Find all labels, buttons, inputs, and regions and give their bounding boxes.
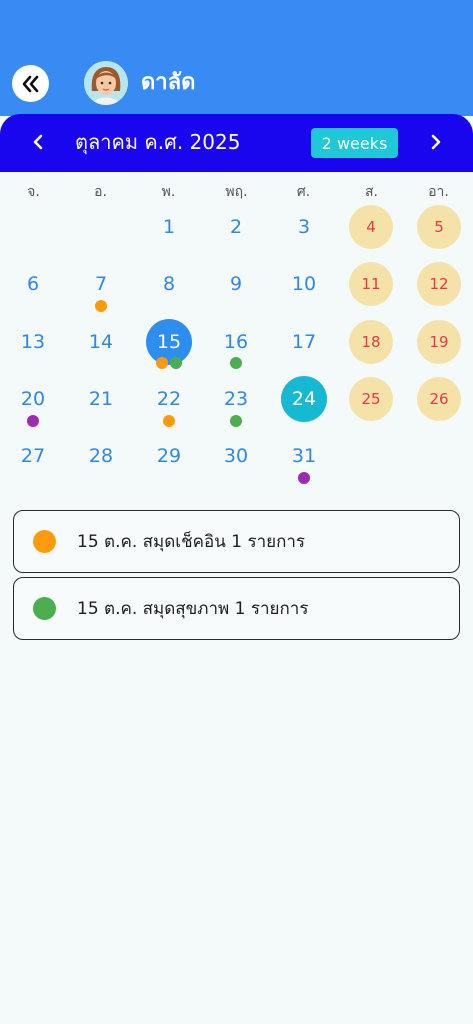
calendar-day-today[interactable]: 24 (281, 376, 327, 422)
chevron-right-icon (431, 134, 441, 150)
calendar-day[interactable]: 27 (10, 433, 56, 479)
weekday-label: อ. (94, 184, 107, 200)
month-title: ตุลาคม ค.ศ. 2025 (75, 130, 241, 154)
calendar-day[interactable]: 30 (213, 433, 259, 479)
event-text: 15 ต.ค. สมุดสุขภาพ 1 รายการ (77, 599, 309, 619)
calendar-day-weekend[interactable]: 11 (349, 262, 393, 306)
event-dot-other (298, 472, 310, 484)
weekday-label: จ. (27, 184, 40, 200)
calendar-day[interactable]: 13 (10, 319, 56, 365)
event-dot-health (170, 357, 182, 369)
calendar-day[interactable]: 8 (146, 261, 192, 307)
calendar-day[interactable]: 29 (146, 433, 192, 479)
next-month-button[interactable] (416, 122, 456, 162)
event-item-checkin[interactable]: 15 ต.ค. สมุดเช็คอิน 1 รายการ (13, 510, 460, 573)
user-avatar-icon (84, 61, 128, 105)
month-navigation: ตุลาคม ค.ศ. 2025 2 weeks (0, 114, 473, 172)
calendar-day-weekend[interactable]: 26 (417, 377, 461, 421)
event-color-dot (33, 530, 56, 553)
calendar-day[interactable]: 9 (213, 261, 259, 307)
calendar-day-selected[interactable]: 15 (146, 319, 192, 365)
calendar-day-weekend[interactable]: 4 (349, 205, 393, 249)
calendar-day[interactable]: 6 (10, 261, 56, 307)
calendar-day-weekend[interactable]: 25 (349, 377, 393, 421)
event-text: 15 ต.ค. สมุดเช็คอิน 1 รายการ (77, 532, 306, 552)
event-dot-other (27, 415, 39, 427)
calendar-day-weekend[interactable]: 12 (417, 262, 461, 306)
event-dot-checkin (156, 357, 168, 369)
double-chevron-left-icon (22, 75, 38, 92)
calendar-day-weekend[interactable]: 18 (349, 320, 393, 364)
calendar-day[interactable]: 1 (146, 204, 192, 250)
app-header: ดาลัด (0, 0, 473, 116)
event-dot-checkin (163, 415, 175, 427)
calendar-day[interactable]: 28 (78, 433, 124, 479)
calendar-day[interactable]: 10 (281, 261, 327, 307)
calendar-day[interactable]: 21 (78, 376, 124, 422)
avatar[interactable] (84, 61, 128, 105)
event-dot-checkin (95, 300, 107, 312)
event-dot-health (230, 415, 242, 427)
calendar-day-weekend[interactable]: 19 (417, 320, 461, 364)
calendar-day[interactable]: 17 (281, 319, 327, 365)
view-mode-toggle[interactable]: 2 weeks (311, 128, 398, 158)
calendar-day[interactable]: 2 (213, 204, 259, 250)
user-name: ดาลัด (141, 70, 196, 95)
calendar-day-weekend[interactable]: 5 (417, 205, 461, 249)
event-dot-health (230, 357, 242, 369)
previous-month-button[interactable] (18, 122, 58, 162)
weekday-label: ศ. (296, 184, 311, 200)
weekday-label: อา. (428, 184, 449, 200)
weekday-label: ส. (365, 184, 378, 200)
event-item-health[interactable]: 15 ต.ค. สมุดสุขภาพ 1 รายการ (13, 577, 460, 640)
back-button[interactable] (12, 65, 49, 102)
weekday-label: พ. (161, 184, 176, 200)
calendar-day[interactable]: 14 (78, 319, 124, 365)
chevron-left-icon (33, 134, 43, 150)
weekday-header: จ. อ. พ. พฤ. ศ. ส. อา. (0, 180, 473, 204)
calendar-day[interactable]: 3 (281, 204, 327, 250)
event-color-dot (33, 597, 56, 620)
weekday-label: พฤ. (225, 184, 248, 200)
